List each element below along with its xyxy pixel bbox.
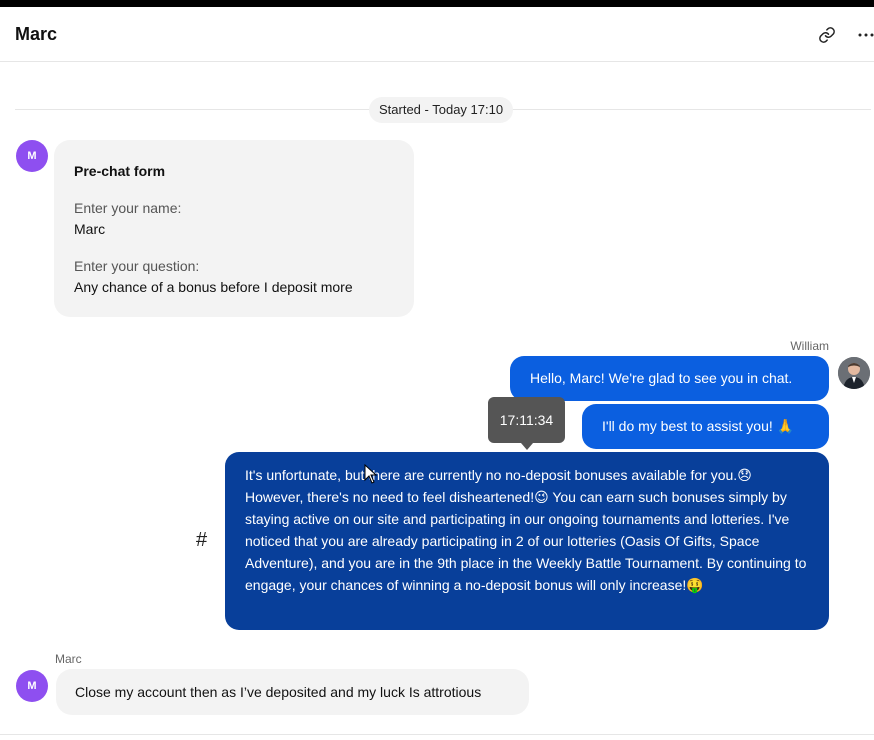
bottom-divider [0,734,874,735]
prechat-title: Pre-chat form [74,163,166,179]
question-value: Any chance of a bonus before I deposit m… [74,279,353,295]
avatar [838,357,870,389]
top-edge-bar [0,0,874,7]
name-label: Enter your name: [74,200,182,216]
customer-name: Marc [55,652,82,666]
prechat-form-card: Pre-chat form Enter your name: Marc Ente… [54,140,414,317]
agent-message: I'll do my best to assist you! 🙏 [582,404,829,449]
more-options-button[interactable] [854,23,874,47]
customer-message: Close my account then as I’ve deposited … [56,669,529,715]
agent-message: Hello, Marc! We're glad to see you in ch… [510,356,829,401]
timestamp-tooltip: 17:11:34 [488,397,565,450]
agent-photo-icon [838,357,870,389]
agent-message: It's unfortunate, but there are currentl… [225,452,829,630]
avatar: M [16,140,48,172]
question-label: Enter your question: [74,258,200,274]
avatar: M [16,670,48,702]
more-icon [858,33,874,37]
link-icon [819,27,835,43]
chat-title: Marc [15,24,58,44]
agent-name: William [790,339,829,353]
mouse-pointer-icon [364,464,378,484]
copy-link-button[interactable] [815,23,839,47]
hash-action-button[interactable]: # [196,529,207,552]
chat-started-badge: Started - Today 17:10 [369,97,514,123]
chat-header: Marc [0,7,874,62]
name-value: Marc [74,221,106,237]
